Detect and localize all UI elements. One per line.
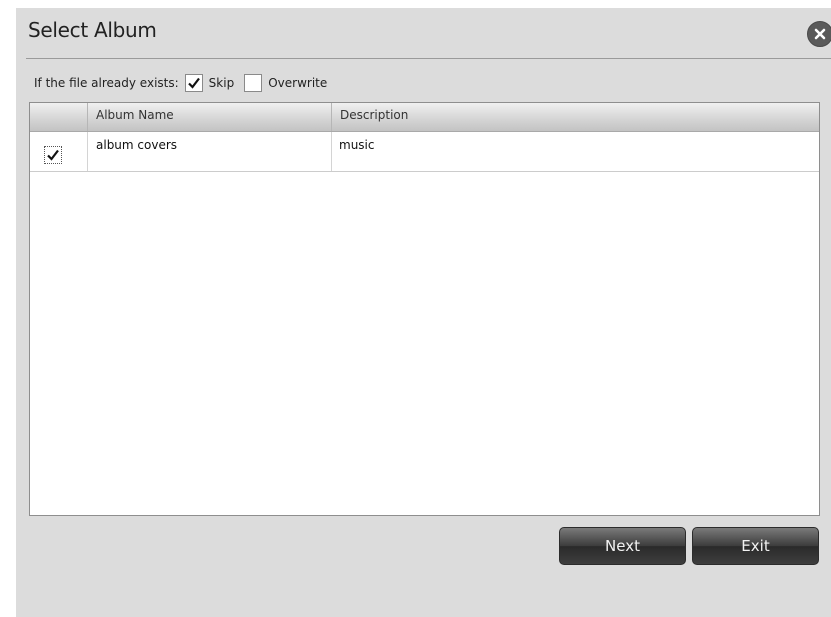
overwrite-label: Overwrite [268,76,328,90]
file-exists-options: If the file already exists: Skip Overwri… [34,68,327,98]
file-exists-prompt: If the file already exists: [34,76,179,90]
skip-checkbox[interactable] [184,74,203,92]
column-header-album-name[interactable]: Album Name [87,103,331,131]
column-header-select[interactable] [30,103,87,131]
table-row[interactable]: album covers music [30,132,819,172]
checkmark-icon [47,149,59,161]
row-select-checkbox[interactable] [44,146,62,164]
dialog-title: Select Album [28,18,157,42]
overwrite-checkbox[interactable] [244,74,263,92]
album-table: Album Name Description album covers musi… [29,102,820,516]
skip-label: Skip [208,76,235,90]
checkmark-icon [187,77,200,89]
table-header: Album Name Description [30,103,819,132]
next-button[interactable]: Next [559,527,686,565]
row-select-cell [30,132,87,171]
exit-button[interactable]: Exit [692,527,819,565]
title-divider [26,58,831,59]
album-name-cell: album covers [87,132,331,171]
select-album-dialog: Select Album If the file already exists:… [16,8,831,617]
column-header-description[interactable]: Description [331,103,819,131]
description-cell: music [331,132,819,171]
close-button[interactable] [807,21,831,47]
